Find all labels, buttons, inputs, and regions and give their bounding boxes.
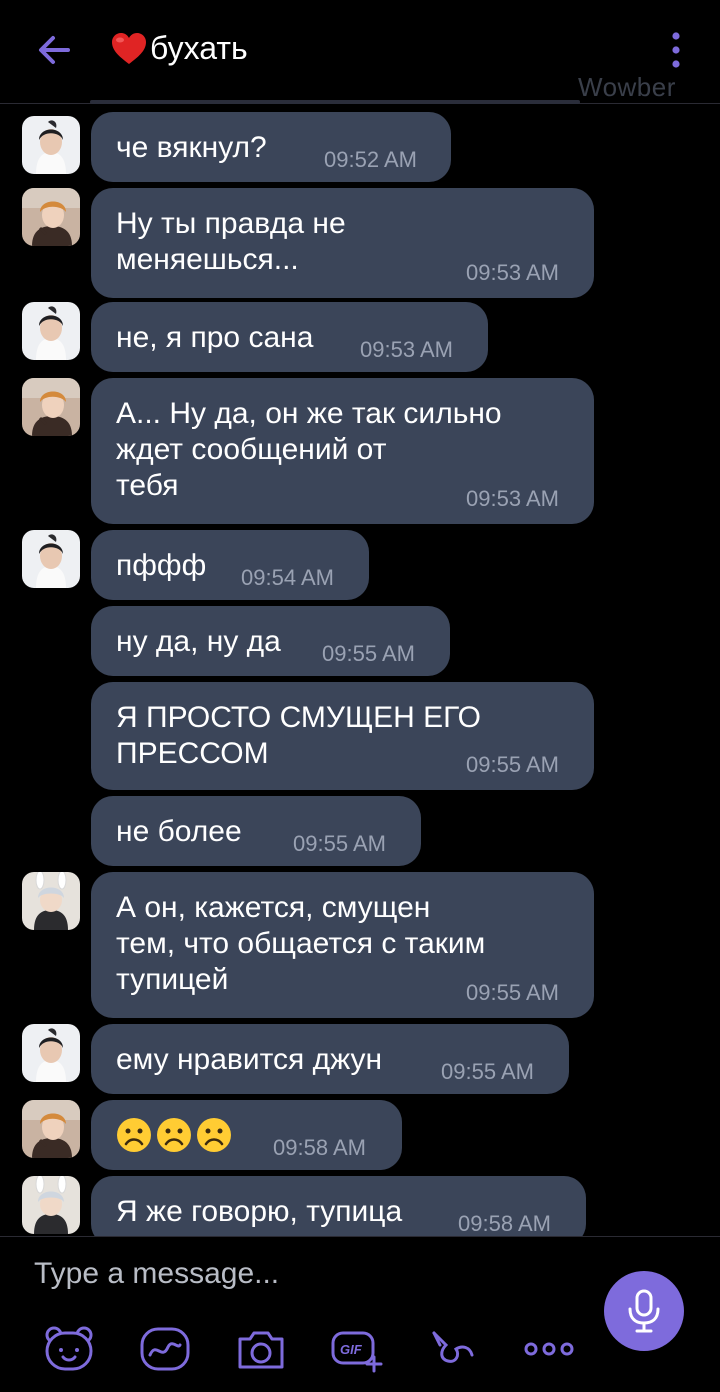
message-time: 09:52 AM xyxy=(324,147,417,172)
chat-title[interactable]: бухать xyxy=(110,30,248,67)
frowning-face-icon xyxy=(157,1118,191,1152)
message-time: 09:53 AM xyxy=(466,486,559,511)
message-time: 09:55 AM xyxy=(322,641,415,666)
kebab-menu-icon[interactable] xyxy=(668,32,684,68)
avatar[interactable] xyxy=(22,378,80,436)
message-bubble[interactable]: Ну ты правда не меняешься... 09:53 AM xyxy=(91,188,594,298)
message-time: 09:55 AM xyxy=(466,980,559,1005)
frowning-face-icon xyxy=(197,1118,231,1152)
message-text: че вякнул? xyxy=(116,131,267,164)
message-time: 09:58 AM xyxy=(273,1135,366,1160)
message-list[interactable]: че вякнул? 09:52 AM Ну ты правда не меня… xyxy=(0,104,720,1236)
message-text: А он, кажется, смущен тем, что общается … xyxy=(116,891,486,996)
message-text: Ну ты правда не меняешься... xyxy=(116,207,346,276)
message-text: А... Ну да, он же так сильно ждет сообще… xyxy=(116,397,502,502)
message-text: не более xyxy=(116,815,242,848)
chat-title-text: бухать xyxy=(150,30,248,66)
message-bubble[interactable]: ему нравится джун 09:55 AM xyxy=(91,1024,569,1094)
frowning-face-icon xyxy=(117,1118,151,1152)
composer: Type a message... GIF xyxy=(0,1236,720,1392)
emoji-group xyxy=(116,1117,236,1153)
message-time: 09:54 AM xyxy=(241,565,334,590)
message-time: 09:58 AM xyxy=(458,1211,551,1236)
message-bubble[interactable]: не более 09:55 AM xyxy=(91,796,421,866)
message-input[interactable]: Type a message... xyxy=(34,1257,279,1291)
avatar[interactable] xyxy=(22,116,80,174)
doodle-icon[interactable] xyxy=(138,1325,192,1373)
message-bubble[interactable]: не, я про сана 09:53 AM xyxy=(91,302,488,372)
message-bubble[interactable]: А он, кажется, смущен тем, что общается … xyxy=(91,872,594,1018)
tag-icon[interactable] xyxy=(426,1325,480,1373)
gif-icon[interactable]: GIF xyxy=(330,1325,384,1373)
message-text: ну да, ну да xyxy=(116,625,281,658)
message-bubble[interactable]: ну да, ну да 09:55 AM xyxy=(91,606,450,676)
message-time: 09:55 AM xyxy=(441,1059,534,1084)
more-icon[interactable] xyxy=(522,1325,576,1373)
avatar[interactable] xyxy=(22,1176,80,1234)
message-bubble[interactable]: ☹☹☹ 09:58 AM xyxy=(91,1100,402,1170)
heart-icon xyxy=(112,32,146,64)
message-text: Я ПРОСТО СМУЩЕН ЕГО ПРЕССОМ xyxy=(116,701,481,770)
svg-text:GIF: GIF xyxy=(340,1342,363,1357)
watermark: Wowber xyxy=(578,72,676,102)
camera-icon[interactable] xyxy=(234,1325,288,1373)
message-time: 09:55 AM xyxy=(293,831,386,856)
avatar[interactable] xyxy=(22,302,80,360)
message-text: ему нравится джун xyxy=(116,1043,383,1076)
message-text: не, я про сана xyxy=(116,321,314,354)
back-arrow-icon[interactable] xyxy=(34,30,74,70)
microphone-icon xyxy=(628,1289,660,1333)
avatar[interactable] xyxy=(22,872,80,930)
avatar[interactable] xyxy=(22,188,80,246)
avatar[interactable] xyxy=(22,1100,80,1158)
message-time: 09:53 AM xyxy=(466,260,559,285)
message-text: Я же говорю, тупица xyxy=(116,1195,403,1228)
message-text: пффф xyxy=(116,549,207,582)
message-bubble[interactable]: Я ПРОСТО СМУЩЕН ЕГО ПРЕССОМ 09:55 AM xyxy=(91,682,594,790)
message-bubble[interactable]: А... Ну да, он же так сильно ждет сообще… xyxy=(91,378,594,524)
message-time: 09:53 AM xyxy=(360,337,453,362)
bear-sticker-icon[interactable] xyxy=(42,1325,96,1373)
avatar[interactable] xyxy=(22,1024,80,1082)
message-bubble[interactable]: Я же говорю, тупица 09:58 AM xyxy=(91,1176,586,1236)
message-bubble[interactable]: че вякнул? 09:52 AM xyxy=(91,112,451,182)
voice-message-button[interactable] xyxy=(604,1271,684,1351)
chat-header: бухать Wowber xyxy=(0,0,720,104)
message-bubble[interactable]: пффф 09:54 AM xyxy=(91,530,369,600)
avatar[interactable] xyxy=(22,530,80,588)
message-time: 09:55 AM xyxy=(466,752,559,777)
